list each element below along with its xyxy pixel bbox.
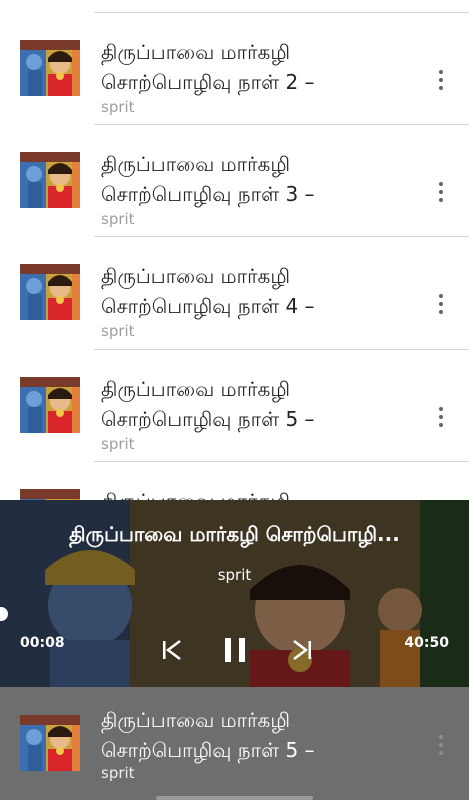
mini-title: திருப்பாவை மார்கழி சொற்பொழிவு நாள் 5 –	[101, 705, 401, 765]
track-title-line2: சொற்பொழிவு நாள் 5 –	[101, 407, 315, 431]
track-title-line2: சொற்பொழிவு நாள் 4 –	[101, 294, 315, 318]
more-vert-icon[interactable]	[432, 407, 450, 427]
track-title-line1: திருப்பாவை மார்கழி	[101, 152, 291, 176]
track-thumbnail	[20, 152, 80, 208]
divider	[94, 236, 469, 237]
mini-title-line1: திருப்பாவை மார்கழி	[101, 708, 291, 732]
divider	[94, 461, 469, 462]
mini-artist: sprit	[101, 764, 135, 782]
more-vert-icon[interactable]	[432, 735, 450, 755]
track-title: திருப்பாவை மார்கழி சொற்பொழிவு நாள் 2 –	[101, 37, 401, 97]
track-title: திருப்பாவை மார்கழி சொற்பொழிவு நாள் 5 –	[101, 374, 401, 434]
track-thumbnail	[20, 40, 80, 96]
more-vert-icon[interactable]	[432, 294, 450, 314]
skip-next-icon[interactable]	[290, 638, 314, 662]
divider	[94, 349, 469, 350]
track-artist: sprit	[101, 98, 135, 116]
track-artist: sprit	[101, 322, 135, 340]
track-title-line1: திருப்பாவை மார்கழி	[101, 264, 291, 288]
list-item[interactable]: திருப்பாவை மார்கழி சொற்பொழிவு நாள் 2 – s…	[0, 12, 469, 124]
skip-previous-icon[interactable]	[160, 638, 184, 662]
player-artist: sprit	[217, 566, 252, 584]
now-playing-panel: திருப்பாவை மார்கழி சொற்பொழி... sprit 00:…	[0, 500, 469, 687]
pause-icon[interactable]	[222, 636, 248, 664]
track-thumbnail	[20, 264, 80, 320]
more-vert-icon[interactable]	[432, 182, 450, 202]
list-item[interactable]: திருப்பாவை மார்கழி சொற்பொழிவு நாள் 3 – s…	[0, 124, 469, 236]
divider	[94, 12, 469, 13]
mini-thumbnail	[20, 715, 80, 771]
track-title-line1: திருப்பாவை மார்கழி	[101, 40, 291, 64]
track-title: திருப்பாவை மார்கழி சொற்பொழிவு நாள் 4 –	[101, 261, 401, 321]
divider	[94, 124, 469, 125]
track-thumbnail	[20, 377, 80, 433]
elapsed-time: 00:08	[20, 635, 65, 651]
track-title-line1: திருப்பாவை மார்கழி	[101, 377, 291, 401]
player-title: திருப்பாவை மார்கழி சொற்பொழி...	[69, 522, 400, 546]
track-title: திருப்பாவை மார்கழி சொற்பொழிவு நாள் 3 –	[101, 149, 401, 209]
track-title-line2: சொற்பொழிவு நாள் 2 –	[101, 70, 315, 94]
track-title-line2: சொற்பொழிவு நாள் 3 –	[101, 182, 315, 206]
list-item[interactable]: திருப்பாவை மார்கழி சொற்பொழிவு நாள் 4 – s…	[0, 236, 469, 348]
track-artist: sprit	[101, 210, 135, 228]
mini-player[interactable]: திருப்பாவை மார்கழி சொற்பொழிவு நாள் 5 – s…	[0, 687, 469, 800]
track-artist: sprit	[101, 435, 135, 453]
total-duration: 40:50	[404, 635, 449, 651]
more-vert-icon[interactable]	[432, 70, 450, 90]
home-indicator	[156, 796, 313, 800]
mini-title-line2: சொற்பொழிவு நாள் 5 –	[101, 738, 315, 762]
list-item[interactable]: திருப்பாவை மார்கழி சொற்பொழிவு நாள் 5 – s…	[0, 349, 469, 461]
